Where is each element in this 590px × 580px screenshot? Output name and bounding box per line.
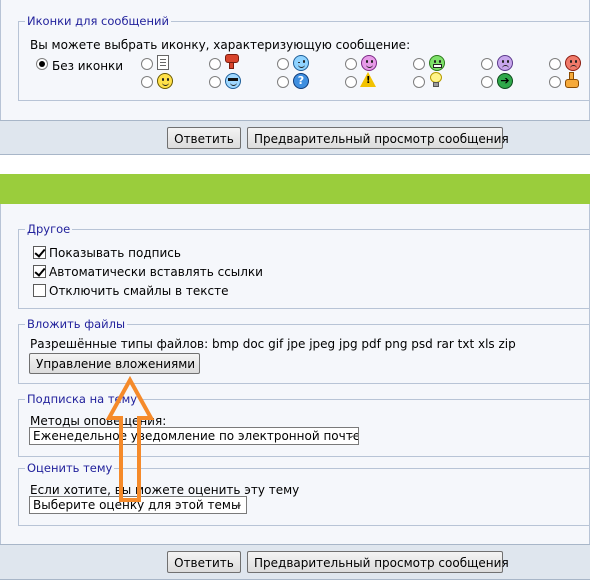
thumbs-down-icon: [225, 54, 240, 70]
radio-icon-cool[interactable]: [209, 76, 221, 88]
thumbs-up-icon: [565, 72, 580, 88]
action-bar-top: Ответить Предварительный просмотр сообще…: [0, 120, 590, 155]
warning-mark: !: [366, 75, 371, 86]
paper-icon: [157, 55, 169, 70]
other-legend: Другое: [25, 222, 73, 236]
arrow-icon: ➔: [497, 73, 513, 89]
cool-icon: [225, 73, 241, 89]
radio-no-icon[interactable]: [36, 58, 48, 70]
reply-button-top[interactable]: Ответить: [167, 127, 241, 149]
question-icon: ?: [293, 73, 309, 89]
preview-button-top[interactable]: Предварительный просмотр сообщения: [247, 127, 509, 149]
radio-icon-angry[interactable]: [549, 58, 561, 70]
section-separator: [0, 174, 590, 204]
checkbox-auto-links[interactable]: [33, 265, 46, 278]
radio-icon-paper[interactable]: [141, 58, 153, 70]
reply-button-bottom[interactable]: Ответить: [167, 551, 241, 573]
action-bar-bottom: Ответить Предварительный просмотр сообще…: [0, 544, 590, 580]
radio-icon-smile[interactable]: [141, 76, 153, 88]
frown-icon: [497, 55, 513, 71]
radio-icon-lightbulb[interactable]: [413, 76, 425, 88]
icons-panel: Иконки для сообщений Вы можете выбрать и…: [0, 0, 590, 120]
radio-icon-wink[interactable]: [277, 58, 289, 70]
manage-attachments-button[interactable]: Управление вложениями: [29, 353, 200, 374]
checkbox-disable-smilies[interactable]: [33, 284, 46, 297]
icons-prompt: Вы можете выбрать иконку, характеризующу…: [30, 38, 411, 52]
disable-smilies-label: Отключить смайлы в тексте: [49, 284, 229, 298]
radio-icon-arrow[interactable]: [481, 76, 493, 88]
annotation-arrow-icon: [105, 376, 155, 502]
icons-legend: Иконки для сообщений: [25, 14, 171, 28]
options-panel: Другое Показывать подпись Автоматически …: [0, 204, 590, 544]
allowed-file-types: Разрешённые типы файлов: bmp doc gif jpe…: [30, 337, 516, 351]
rate-prompt: Если хотите, вы можете оценить эту тему: [30, 483, 300, 497]
tongue-icon: [361, 55, 377, 71]
radio-icon-frown[interactable]: [481, 58, 493, 70]
lightbulb-icon: [429, 72, 443, 88]
radio-icon-grin[interactable]: [413, 58, 425, 70]
chevron-down-icon: ⌄: [234, 499, 243, 510]
auto-links-label: Автоматически вставлять ссылки: [49, 265, 263, 279]
smile-icon: [157, 73, 173, 89]
grin-icon: [429, 55, 445, 71]
radio-icon-warning[interactable]: [345, 76, 357, 88]
radio-icon-tongue[interactable]: [345, 58, 357, 70]
notify-method-select[interactable]: Еженедельное уведомление по электронной …: [29, 427, 359, 445]
chevron-down-icon: ⌄: [346, 430, 355, 441]
rate-legend: Оценить тему: [25, 461, 115, 475]
preview-button-bottom[interactable]: Предварительный просмотр сообщения: [247, 551, 509, 573]
attach-legend: Вложить файлы: [25, 317, 128, 331]
radio-icon-thumbs-down[interactable]: [209, 58, 221, 70]
no-icon-label: Без иконки: [52, 59, 124, 73]
checkbox-show-signature[interactable]: [33, 246, 46, 259]
radio-icon-question[interactable]: [277, 76, 289, 88]
wink-icon: [293, 55, 309, 71]
notify-method-value: Еженедельное уведомление по электронной …: [33, 429, 359, 443]
radio-icon-thumbs-up[interactable]: [549, 76, 561, 88]
angry-icon: [565, 55, 581, 71]
show-signature-label: Показывать подпись: [49, 246, 181, 260]
